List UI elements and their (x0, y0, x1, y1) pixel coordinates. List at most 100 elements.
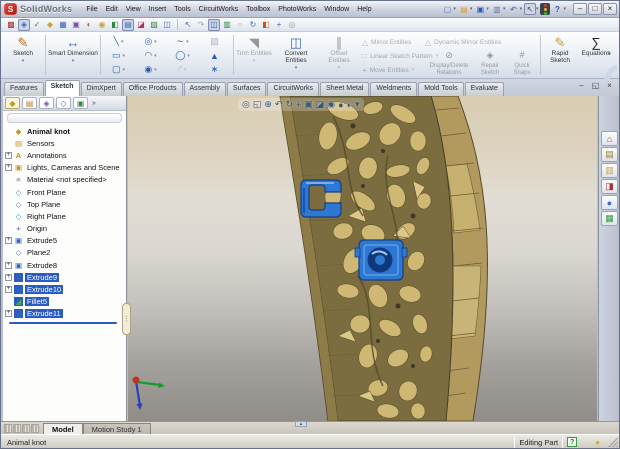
tab-office-products[interactable]: Office Products (122, 82, 183, 96)
standard-tool-icon[interactable]: ◫ (208, 18, 220, 31)
tree-item-extrude11[interactable]: + ▣ Extrude11 (3, 308, 126, 320)
zoom-to-area-icon[interactable]: ◱ (253, 99, 262, 110)
solidworks-resources-tab[interactable]: ⌂ (601, 131, 618, 146)
dimxpertmanager-tab[interactable]: ◇ (56, 97, 71, 109)
menu-toolbox[interactable]: Toolbox (242, 4, 274, 15)
tree-item-top-plane[interactable]: ◇ Top Plane (3, 198, 126, 210)
new-document-icon[interactable]: ▢ (441, 3, 453, 15)
tab-scroll-control[interactable] (4, 424, 12, 433)
tree-item-plane2[interactable]: ◇ Plane2 (3, 247, 126, 259)
standard-tool-icon[interactable]: ↻ (247, 19, 259, 31)
tree-item-origin[interactable]: + Origin (3, 223, 126, 235)
zoom-in-out-icon[interactable]: ⊕ (264, 99, 272, 110)
configurationmanager-tab[interactable]: ◈ (39, 97, 54, 109)
tree-item-material[interactable]: ≡ Material <not specified> (3, 174, 126, 186)
panel-tab-overflow[interactable]: » (92, 100, 96, 107)
standard-tool-icon[interactable]: ▨ (148, 19, 160, 31)
save-icon[interactable]: ▣ (474, 3, 486, 15)
standard-tool-icon[interactable]: ↖ (182, 19, 194, 31)
menu-view[interactable]: View (122, 4, 145, 15)
expand-toggle[interactable]: + (5, 273, 12, 281)
rapid-sketch-button[interactable]: ✎ Rapid Sketch (543, 34, 577, 77)
expand-toggle[interactable]: + (5, 261, 12, 269)
chevron-down-icon[interactable]: ▾ (453, 6, 456, 12)
featuremanager-tab[interactable]: ◆ (5, 97, 20, 109)
tab-evaluate[interactable]: Evaluate (464, 82, 504, 96)
displaymanager-tab[interactable]: ▣ (73, 97, 88, 109)
hide-show-items-icon[interactable]: ◉ (327, 99, 335, 110)
spline-tool-button[interactable]: ∼ ▾ (167, 35, 198, 48)
rectangle-tool-button[interactable]: ▭ ▾ (103, 49, 134, 62)
standard-tool-icon[interactable]: ▤ (122, 18, 134, 31)
scrollbar-button[interactable]: ▴ (295, 421, 307, 427)
propertymanager-tab[interactable]: ▤ (22, 97, 37, 109)
tree-item-sensors[interactable]: ▤ Sensors (3, 137, 126, 149)
star-tool-button[interactable]: ∗ (199, 63, 230, 76)
tab-dimxpert[interactable]: DimXpert (80, 82, 122, 96)
standard-tool-icon[interactable]: + (273, 19, 285, 31)
expand-toggle[interactable]: + (5, 286, 12, 294)
chevron-down-icon[interactable]: ▾ (536, 6, 539, 12)
file-explorer-tab[interactable]: ▥ (601, 163, 618, 178)
chevron-down-icon[interactable]: ▾ (470, 6, 473, 12)
expand-toggle[interactable]: + (5, 310, 12, 318)
arc-tool-button[interactable]: ◠ ▾ (135, 49, 166, 62)
smart-dimension-button[interactable]: ↔ Smart Dimension ▾ (48, 34, 98, 77)
edit-appearance-icon[interactable]: ● (338, 100, 343, 110)
standard-tool-icon[interactable]: ↷ (195, 19, 207, 31)
standard-tool-icon[interactable]: ◆ (44, 19, 56, 31)
standard-tool-icon[interactable]: ◧ (260, 19, 272, 31)
open-icon[interactable]: ▤ (458, 3, 470, 15)
maximize-button[interactable]: □ (588, 3, 602, 15)
tab-motion-study-1[interactable]: Motion Study 1 (82, 423, 151, 434)
design-library-tab[interactable]: ▤ (601, 147, 618, 162)
standard-tool-icon[interactable]: ◐ (83, 19, 95, 31)
standard-tool-icon[interactable]: ▩ (5, 19, 17, 31)
tree-item-extrude10[interactable]: + ▣ Extrude10 (3, 283, 126, 295)
tab-scroll-control[interactable] (31, 424, 39, 433)
menu-circuitworks[interactable]: CircuitWorks (195, 4, 243, 15)
chevron-down-icon[interactable]: ▾ (519, 6, 522, 12)
apply-scene-icon[interactable]: ◐ (347, 100, 352, 110)
chevron-down-icon[interactable]: ▾ (563, 6, 566, 12)
chevron-down-icon[interactable]: ▾ (22, 58, 25, 64)
previous-view-icon[interactable]: ↶ (275, 99, 283, 110)
chevron-down-icon[interactable]: ▾ (503, 6, 506, 12)
undo-icon[interactable]: ↶ (507, 3, 519, 15)
slot-tool-button[interactable]: ▢ ▾ (103, 63, 134, 76)
resize-grip[interactable] (608, 437, 618, 447)
select-icon[interactable]: ↖ (523, 3, 536, 15)
point-tool-button[interactable]: ◉ ▾ (135, 63, 166, 76)
tree-item-lights-cameras[interactable]: + ▣ Lights, Cameras and Scene (3, 162, 126, 174)
tab-weldments[interactable]: Weldments (370, 82, 418, 96)
quick-tips-icon[interactable]: ? (567, 437, 578, 447)
tab-model[interactable]: Model (43, 423, 83, 434)
menu-tools[interactable]: Tools (170, 4, 194, 15)
line-tool-button[interactable]: ╲ ▾ (103, 35, 134, 48)
tab-circuitworks[interactable]: CircuitWorks (267, 82, 320, 96)
tab-sketch[interactable]: Sketch (44, 80, 80, 96)
tree-item-right-plane[interactable]: ◇ Right Plane (3, 210, 126, 222)
tree-item-extrude8[interactable]: + ▣ Extrude8 (3, 259, 126, 271)
rebuild-icon[interactable] (540, 3, 551, 15)
tab-features[interactable]: Features (4, 82, 44, 96)
chevron-down-icon[interactable]: ▾ (295, 65, 298, 71)
tab-surfaces[interactable]: Surfaces (226, 82, 267, 96)
display-style-icon[interactable]: ◪ (316, 99, 325, 110)
standard-tool-icon[interactable]: ◈ (18, 18, 30, 31)
tree-item-extrude5[interactable]: + ▣ Extrude5 (3, 235, 126, 247)
pan-icon[interactable]: + (296, 100, 301, 110)
close-button[interactable]: × (603, 3, 617, 15)
menu-insert[interactable]: Insert (145, 4, 171, 15)
doc-minimize-button[interactable]: – (576, 81, 587, 92)
appearances-scenes-tab[interactable]: ● (601, 195, 618, 210)
tree-item-fillet5[interactable]: ◢ Fillet5 (3, 296, 126, 308)
menu-window[interactable]: Window (320, 4, 353, 15)
minimize-button[interactable]: – (573, 3, 587, 15)
toolbar-overflow-button[interactable]: » (607, 50, 611, 57)
model-canvas[interactable] (128, 96, 597, 421)
chevron-down-icon[interactable]: ▾ (486, 6, 489, 12)
expand-toggle[interactable]: + (5, 151, 12, 159)
standard-tool-icon[interactable]: ○ (234, 19, 246, 31)
text-tool-button[interactable]: ▲ (199, 49, 230, 62)
